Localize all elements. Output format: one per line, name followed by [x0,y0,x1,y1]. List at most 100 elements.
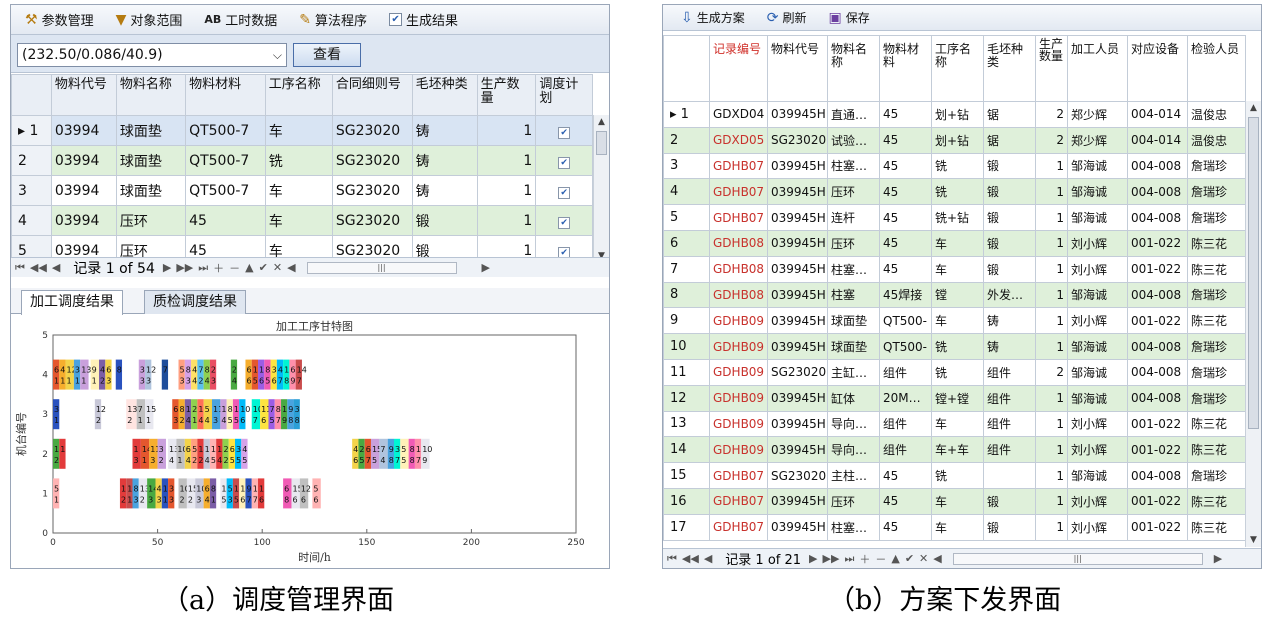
cell-mat[interactable]: QT500-7 [185,175,266,206]
cell-qty[interactable]: 1 [1035,307,1068,335]
cell-name[interactable]: 试验… [827,126,880,154]
table-row[interactable]: 15 GDHB07 SG23020 主柱… 45 铣 1 邹海诚 004-008 詹瑞珍 [663,462,1246,489]
cell-code[interactable]: SG23020 [767,358,828,386]
cell-blank[interactable]: 铸 [983,333,1036,360]
prev-page-icon[interactable]: ◀◀ [682,552,699,565]
cell-qty[interactable]: 1 [1035,229,1068,257]
vertical-scrollbar-a[interactable]: ▲ ▼ [593,115,609,263]
cell-name[interactable]: 缸体 [827,384,880,412]
cell-rec[interactable]: GDHB08 [709,229,768,257]
row-indicator[interactable]: 11 [663,358,710,386]
cell-equip[interactable]: 004-008 [1127,152,1188,180]
table-row[interactable]: 2 03994 球面垫 QT500-7 铣 SG23020 铸 1 ✔ [11,145,593,176]
chevron-down-icon[interactable]: ⌵ [273,44,282,66]
row-indicator[interactable]: 17 [663,513,710,541]
cell-insp[interactable]: 詹瑞珍 [1187,358,1246,386]
cell-mat[interactable]: 45 [879,229,932,257]
cell-name[interactable]: 球面垫 [115,175,187,206]
cell-qty[interactable]: 1 [1035,462,1068,489]
cell-worker[interactable]: 刘小辉 [1067,410,1128,438]
cell-contract[interactable]: SG23020 [331,115,413,146]
cell-contract[interactable]: SG23020 [331,145,413,176]
cell-name[interactable]: 柱塞… [827,152,880,180]
cell-blank[interactable]: 锻 [983,229,1036,257]
cell-rec[interactable]: GDHB09 [709,333,768,360]
cell-schedule[interactable]: ✔ [535,175,593,206]
cell-mat[interactable]: 20M… [879,384,932,412]
cell-mat[interactable]: QT500-7 [185,115,266,146]
cell-mat[interactable]: QT500- [879,333,932,360]
up-icon[interactable]: ▲ [245,261,253,274]
cell-proc[interactable]: 铣 [931,152,984,180]
cell-proc[interactable]: 车 [264,115,333,146]
next-page-icon[interactable]: ▶▶ [823,552,840,565]
cell-code[interactable]: SG23020 [767,126,828,154]
prev-record-icon[interactable]: ◀ [704,552,712,565]
cell-mat[interactable]: QT500- [879,307,932,335]
cell-code[interactable]: 039945H [767,384,828,412]
row-indicator[interactable]: 5 [663,204,710,231]
table-row[interactable]: 4 03994 压环 45 车 SG23020 锻 1 ✔ [11,205,593,236]
cell-rec[interactable]: GDHB08 [709,281,768,309]
cell-equip[interactable]: 001-022 [1127,513,1188,541]
cell-name[interactable]: 柱塞… [827,513,880,541]
cell-code[interactable]: 039945H [767,487,828,515]
cell-name[interactable]: 压环 [827,487,880,515]
cell-equip[interactable]: 001-022 [1127,229,1188,257]
row-indicator[interactable]: ▸ 1 [663,101,710,128]
cell-rec[interactable]: GDHB07 [709,487,768,515]
cell-proc[interactable]: 车 [931,229,984,257]
cell-rec[interactable]: GDHB09 [709,307,768,335]
cell-name[interactable]: 球面垫 [115,115,187,146]
cell-name[interactable]: 导向… [827,410,880,438]
first-record-icon[interactable]: ⏮ [667,552,677,566]
cell-blank[interactable]: 铸 [411,175,478,206]
cell-insp[interactable]: 詹瑞珍 [1187,462,1246,489]
cell-equip[interactable]: 004-008 [1127,358,1188,386]
scroll-left-icon[interactable]: ◀ [287,261,295,274]
cell-blank[interactable]: 组件 [983,436,1036,464]
table-row[interactable]: 13 GDHB09 039945H 导向… 组件车组件 1 刘小辉 001-022 陈三花 [663,410,1246,438]
cell-qty[interactable]: 2 [1035,358,1068,386]
row-indicator[interactable]: 13 [663,410,710,438]
table-row[interactable]: 16 GDHB07 039945H 压环 45 车锻 1 刘小辉 001-022 陈三花 [663,487,1246,515]
cell-mat[interactable]: QT500-7 [185,145,266,176]
cell-equip[interactable]: 004-014 [1127,101,1188,128]
cell-code[interactable]: 03994 [50,115,117,146]
cell-mat[interactable]: 组件 [879,436,932,464]
row-indicator[interactable]: 9 [663,307,710,335]
cell-worker[interactable]: 郑少辉 [1067,126,1128,154]
row-indicator[interactable]: 4 [11,205,52,236]
cell-schedule[interactable]: ✔ [535,115,593,146]
cell-worker[interactable]: 郑少辉 [1067,101,1128,128]
cell-qty[interactable]: 1 [1035,152,1068,180]
cell-proc[interactable]: 划+钻 [931,101,984,128]
cell-blank[interactable]: 锻 [983,255,1036,283]
cell-insp[interactable]: 詹瑞珍 [1187,281,1246,309]
cell-insp[interactable]: 詹瑞珍 [1187,204,1246,231]
row-indicator[interactable]: 2 [11,145,52,176]
table-row[interactable]: 3 03994 球面垫 QT500-7 车 SG23020 铸 1 ✔ [11,175,593,206]
cell-rec[interactable]: GDHB08 [709,255,768,283]
col-quantity[interactable]: 生产数量 [1035,35,1068,102]
cell-worker[interactable]: 刘小辉 [1067,229,1128,257]
cell-qty[interactable]: 1 [1035,384,1068,412]
next-record-icon[interactable]: ▶ [809,552,817,565]
cell-code[interactable]: 039945H [767,178,828,206]
cell-insp[interactable]: 温俊忠 [1187,101,1246,128]
cell-insp[interactable]: 詹瑞珍 [1187,384,1246,412]
cell-proc[interactable]: 车 [931,255,984,283]
row-indicator[interactable]: 4 [663,178,710,206]
cell-worker[interactable]: 邹海诚 [1067,333,1128,360]
confirm-icon[interactable]: ✔ [259,261,268,274]
view-button[interactable]: 查看 [293,43,361,67]
cell-rec[interactable]: GDHB07 [709,152,768,180]
cell-equip[interactable]: 004-008 [1127,333,1188,360]
first-record-icon[interactable]: ⏮ [15,261,25,275]
save-button[interactable]: ▣ 保存 [829,9,870,26]
cell-blank[interactable]: 组件 [983,358,1036,386]
cell-rec[interactable]: GDHB09 [709,358,768,386]
scroll-up-icon[interactable]: ▲ [594,117,609,127]
cell-proc[interactable]: 铣 [264,145,333,176]
cell-equip[interactable]: 004-008 [1127,178,1188,206]
